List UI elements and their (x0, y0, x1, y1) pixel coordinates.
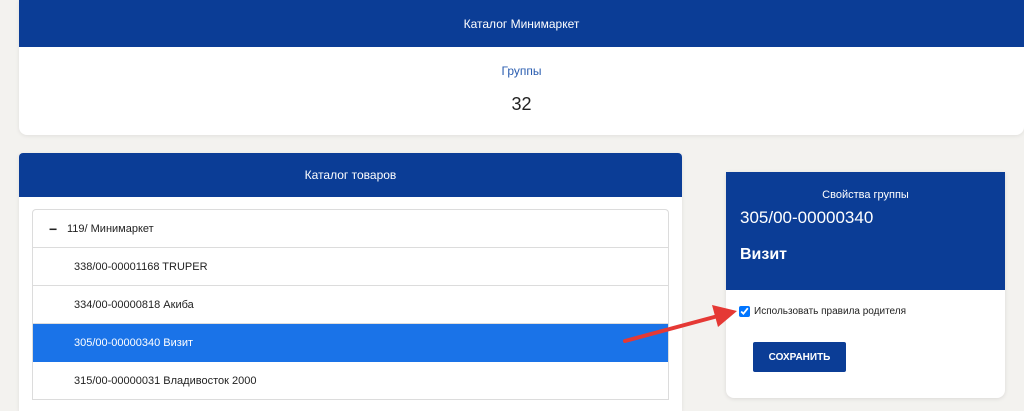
tree-item-selected[interactable]: 305/00-00000340 Визит (33, 324, 668, 362)
tree-item[interactable]: 334/00-00000818 Акиба (33, 286, 668, 324)
tree-item-label: 338/00-00001168 TRUPER (74, 260, 208, 273)
product-catalog-title: Каталог товаров (304, 168, 397, 182)
group-name: Визит (740, 246, 788, 263)
use-parent-rules-option[interactable]: Использовать правила родителя (739, 306, 906, 317)
tree-item[interactable]: 315/00-00000031 Владивосток 2000 (33, 362, 668, 400)
collapse-icon[interactable]: − (49, 221, 67, 237)
product-catalog-header: Каталог товаров (19, 153, 682, 197)
product-catalog-card: Каталог товаров − 119/ Минимаркет 338/00… (19, 153, 682, 411)
group-code: 305/00-00000340 (740, 208, 874, 227)
tree-item-root[interactable]: − 119/ Минимаркет (33, 210, 668, 248)
use-parent-rules-label: Использовать правила родителя (754, 306, 907, 317)
group-properties-header: Свойства группы 305/00-00000340 Визит (726, 172, 1005, 290)
groups-count: 32 (511, 94, 532, 114)
group-properties-title: Свойства группы (822, 189, 909, 201)
catalog-summary-title: Каталог Минимаркет (463, 16, 580, 31)
catalog-tree: − 119/ Минимаркет 338/00-00001168 TRUPER… (32, 209, 669, 400)
tree-item-label: 315/00-00000031 Владивосток 2000 (74, 374, 257, 387)
groups-label: Группы (501, 64, 542, 78)
use-parent-rules-checkbox[interactable] (739, 306, 750, 317)
catalog-summary-card: Каталог Минимаркет Группы 32 (19, 0, 1024, 135)
tree-item[interactable]: 338/00-00001168 TRUPER (33, 248, 668, 286)
tree-item-label: 119/ Минимаркет (67, 222, 154, 235)
tree-item-label: 334/00-00000818 Акиба (74, 298, 194, 311)
save-button[interactable]: СОХРАНИТЬ (753, 342, 846, 372)
catalog-summary-header: Каталог Минимаркет (19, 0, 1024, 47)
tree-item-label: 305/00-00000340 Визит (74, 336, 194, 349)
group-properties-card: Свойства группы 305/00-00000340 Визит Ис… (726, 172, 1005, 398)
